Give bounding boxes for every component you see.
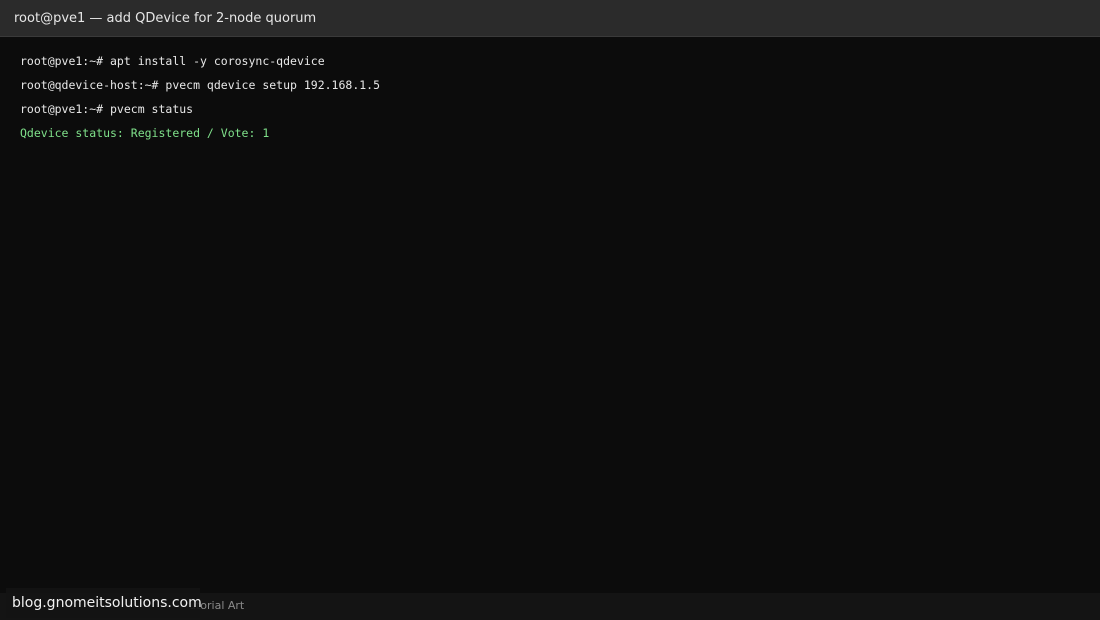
terminal-line-command: root@pve1:~# apt install -y corosync-qde… bbox=[20, 54, 325, 68]
window-title: root@pve1 — add QDevice for 2-node quoru… bbox=[14, 11, 317, 26]
terminal-output[interactable]: root@pve1:~# apt install -y corosync-qde… bbox=[20, 49, 1080, 145]
title-bar[interactable]: root@pve1 — add QDevice for 2-node quoru… bbox=[0, 0, 1100, 37]
terminal-line-command: root@pve1:~# pvecm status bbox=[20, 102, 194, 116]
site-watermark: blog.gnomeitsolutions.com bbox=[6, 588, 202, 618]
terminal-window: root@pve1 — add QDevice for 2-node quoru… bbox=[0, 0, 1100, 620]
terminal-line-command: root@qdevice-host:~# pvecm qdevice setup… bbox=[20, 78, 381, 92]
watermark-text: blog.gnomeitsolutions.com bbox=[12, 595, 202, 611]
terminal-line-output: Qdevice status: Registered / Vote: 1 bbox=[20, 126, 270, 140]
